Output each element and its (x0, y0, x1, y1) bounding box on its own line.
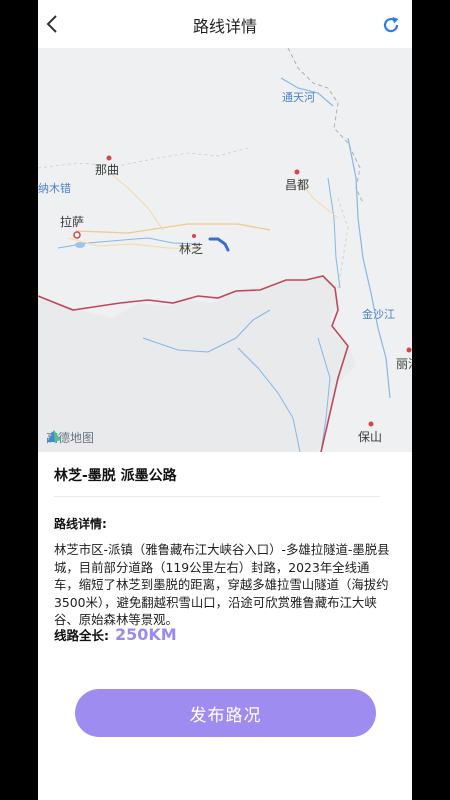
city-label: 那曲 (95, 163, 120, 177)
lake-label: 纳木错 (38, 182, 71, 195)
city-label: 林芝 (179, 242, 204, 256)
top-bar: 路线详情 (38, 0, 412, 48)
route-length: 线路全长: 250KM (54, 625, 177, 644)
length-label: 线路全长: (54, 628, 109, 643)
city-label: 昌都 (285, 178, 310, 192)
map-base (38, 48, 412, 452)
city-label: 丽江 (396, 357, 412, 371)
amap-logo-icon (47, 430, 61, 442)
page-title: 路线详情 (192, 17, 257, 36)
river-label: 通天河 (282, 91, 315, 104)
city-label: 保山 (358, 430, 383, 444)
city-label: 拉萨 (60, 215, 85, 229)
route-line (208, 237, 230, 252)
length-value: 250KM (115, 625, 177, 644)
refresh-icon (383, 17, 399, 33)
publish-road-condition-button[interactable]: 发布路况 (75, 689, 376, 737)
route-map[interactable]: 通天河 那曲 昌都 纳木错 拉萨 林芝 金沙江 丽江 保山 高德地图 (38, 48, 412, 452)
divider (54, 496, 380, 497)
river-label: 金沙江 (362, 308, 395, 321)
route-name: 林芝-墨脱 派墨公路 (54, 468, 177, 484)
route-detail-text: 林芝市区-派镇（雅鲁藏布江大峡谷入口）-多雄拉隧道-墨脱县城，目前部分道路（11… (54, 542, 390, 628)
app-screen: 路线详情 通天河 那曲 昌都 纳木错 拉萨 林芝 金沙江 丽 保山 高德地图 林… (38, 0, 412, 800)
refresh-button[interactable] (380, 14, 402, 36)
detail-label: 路线详情: (54, 517, 107, 531)
map-attribution: 高德地图 (46, 429, 94, 446)
